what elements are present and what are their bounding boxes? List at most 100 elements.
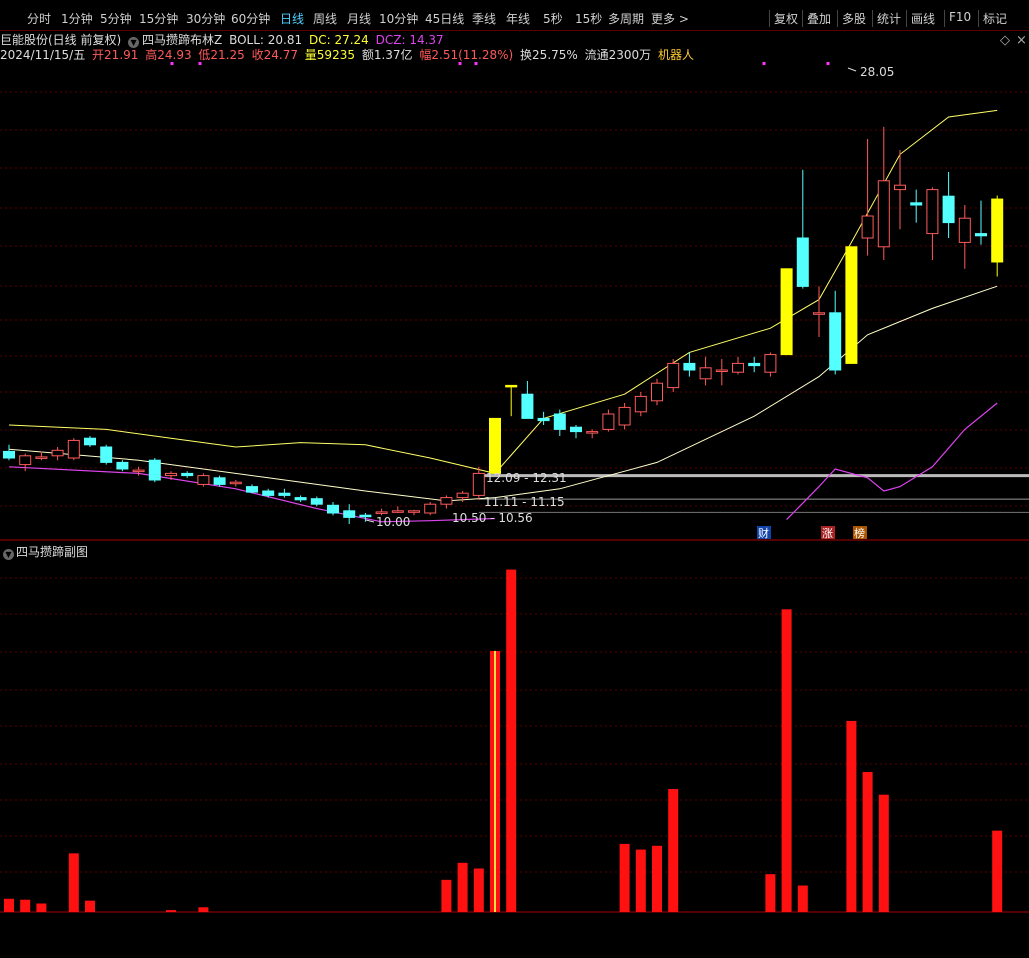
candle[interactable] (67, 439, 80, 459)
candle[interactable] (570, 426, 582, 433)
indicator-bar (797, 885, 808, 912)
indicator-bar (68, 853, 79, 912)
indicator-bar (668, 789, 679, 912)
candle[interactable] (3, 450, 15, 459)
indicator-bar (862, 772, 873, 912)
indicator-bar (506, 569, 517, 912)
high-price-label: 28.05 (860, 65, 894, 79)
candle[interactable] (505, 384, 518, 388)
indicator-bar (85, 900, 95, 912)
candle[interactable] (472, 472, 485, 496)
candle[interactable] (100, 446, 113, 463)
candle[interactable] (537, 417, 550, 422)
candle[interactable] (262, 490, 275, 496)
candle[interactable] (310, 498, 323, 505)
candle[interactable] (489, 417, 501, 474)
signal-marker (826, 62, 830, 65)
candle[interactable] (699, 367, 712, 380)
signal-marker (170, 62, 174, 65)
candle[interactable] (84, 437, 96, 446)
kline-chart[interactable]: 28.05 10.00 12.09 - 12.31 11.11 - 11.15 10.5… (0, 0, 1029, 958)
candle[interactable] (764, 354, 777, 373)
candle[interactable] (829, 312, 842, 371)
candle[interactable] (813, 312, 825, 315)
candle[interactable] (116, 461, 129, 470)
indicator-bar (457, 862, 468, 912)
candle[interactable] (375, 511, 388, 514)
candle[interactable] (278, 492, 291, 496)
indicator-bar (473, 868, 484, 912)
candle[interactable] (424, 503, 437, 514)
indicator-bar (846, 720, 857, 912)
candle[interactable] (942, 195, 955, 224)
indicator-bar (36, 903, 47, 912)
low-price-label: 10.00 (376, 515, 410, 529)
candle[interactable] (894, 184, 906, 191)
candle[interactable] (877, 180, 890, 248)
candle[interactable] (132, 469, 145, 473)
indicator-bar (166, 910, 176, 912)
candle[interactable] (35, 456, 48, 459)
event-badge-text: 涨 (822, 527, 833, 540)
candle[interactable] (148, 459, 161, 481)
candle[interactable] (440, 497, 453, 505)
candle[interactable] (51, 449, 64, 457)
candle[interactable] (634, 395, 647, 413)
candle[interactable] (391, 510, 404, 513)
event-badge-text: 榜 (854, 526, 865, 540)
candle[interactable] (294, 497, 307, 501)
candle[interactable] (861, 215, 874, 239)
candle[interactable] (667, 362, 680, 389)
candle[interactable] (165, 472, 177, 477)
candle[interactable] (958, 217, 971, 243)
candle[interactable] (553, 413, 566, 430)
indicator-bar (765, 874, 776, 912)
dcz-line (786, 402, 998, 521)
indicator-bar (20, 899, 31, 912)
candle[interactable] (229, 481, 242, 485)
candle[interactable] (975, 233, 987, 237)
candle[interactable] (19, 455, 32, 466)
range-label: 12.09 - 12.31 (486, 471, 567, 485)
candle[interactable] (181, 472, 194, 477)
candle[interactable] (715, 369, 728, 372)
candle[interactable] (732, 362, 744, 373)
lower-band-line (8, 466, 496, 523)
indicator-bar (4, 898, 14, 912)
indicator-bar (652, 845, 662, 912)
indicator-bar (635, 849, 646, 912)
range-label: 11.11 - 11.15 (484, 495, 565, 509)
indicator-bar (198, 907, 209, 912)
candle[interactable] (456, 492, 469, 499)
candle[interactable] (796, 237, 809, 287)
candle[interactable] (780, 268, 793, 356)
candle[interactable] (408, 510, 420, 513)
candle[interactable] (521, 393, 534, 419)
candle[interactable] (651, 382, 663, 402)
sub-panel-dropdown-icon[interactable]: ▼ (3, 549, 14, 560)
signal-marker (458, 62, 462, 65)
candle[interactable] (748, 362, 761, 367)
candle[interactable] (926, 189, 939, 235)
candle[interactable] (343, 510, 356, 518)
candle[interactable] (910, 202, 923, 206)
signal-marker (198, 62, 202, 65)
sub-panel-title[interactable]: 四马攒蹄副图 (16, 545, 88, 559)
candle[interactable] (246, 486, 258, 493)
candle[interactable] (359, 514, 372, 518)
candle[interactable] (618, 406, 631, 426)
candle[interactable] (213, 477, 226, 485)
indicator-bar (619, 843, 630, 912)
candle[interactable] (845, 246, 858, 364)
signal-marker (762, 62, 766, 65)
candle[interactable] (327, 504, 339, 514)
candle[interactable] (586, 431, 599, 434)
range-label: 10.50 - 10.56 (452, 511, 533, 525)
candle[interactable] (991, 198, 1004, 263)
candle[interactable] (602, 413, 615, 430)
candle[interactable] (683, 362, 696, 371)
indicator-bar (878, 794, 889, 912)
high-pointer (847, 67, 857, 72)
signal-marker (474, 62, 478, 65)
candle[interactable] (197, 475, 210, 485)
